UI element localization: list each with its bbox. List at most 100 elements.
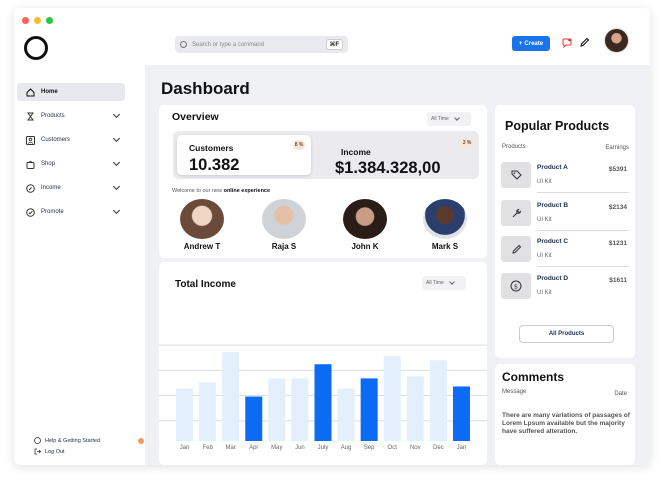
chart-x-tick-label: Apr xyxy=(249,445,258,451)
overview-card: Overview All Time Customers 10.382 8 % I… xyxy=(159,105,487,258)
person-name: Raja S xyxy=(271,242,297,251)
person-card[interactable]: John K xyxy=(335,199,395,251)
search-bar[interactable]: Search or type a command ⌘F xyxy=(175,36,348,53)
person-avatar xyxy=(343,199,387,239)
chart-bar[interactable] xyxy=(199,382,217,441)
row-divider xyxy=(537,192,629,193)
product-row[interactable]: Product A UI Kit $5391 xyxy=(501,162,629,193)
person-card[interactable]: Andrew T xyxy=(172,199,232,251)
person-card[interactable]: Mark S xyxy=(415,199,475,251)
product-name: Product A xyxy=(537,164,568,171)
overview-range-dropdown[interactable]: All Time xyxy=(427,112,471,126)
sidebar-item-label: Customers xyxy=(41,137,71,143)
person-avatar xyxy=(423,199,467,239)
all-products-button[interactable]: All Products xyxy=(519,325,614,343)
chart-bar[interactable] xyxy=(360,378,378,441)
check-circle-icon xyxy=(25,207,35,217)
person-name: John K xyxy=(351,242,379,251)
product-row[interactable]: Product B UI Kit $2134 xyxy=(501,200,629,231)
sidebar-item-promote[interactable]: Promote xyxy=(17,203,125,221)
customers-value: 10.382 xyxy=(189,156,240,174)
row-divider xyxy=(537,230,629,231)
product-kit: UI Kit xyxy=(537,217,552,223)
chart-bar[interactable] xyxy=(452,386,470,441)
sidebar: Home Products Customers Shop Income Prom… xyxy=(14,70,144,465)
chart-bar[interactable] xyxy=(314,364,332,441)
user-icon xyxy=(25,135,35,145)
person-card[interactable]: Raja S xyxy=(254,199,314,251)
help-icon xyxy=(34,437,41,444)
product-name: Product B xyxy=(537,202,569,209)
product-row[interactable]: Product C UI Kit $1231 xyxy=(501,236,629,267)
chart-x-tick-label: May xyxy=(271,445,282,451)
popular-products-card: Popular Products Products Earnings Produ… xyxy=(495,105,635,358)
chevron-down-icon xyxy=(112,158,121,167)
overview-title: Overview xyxy=(172,111,219,123)
sidebar-item-label: Products xyxy=(41,113,65,119)
page-title: Dashboard xyxy=(161,79,250,98)
app-logo[interactable] xyxy=(24,36,48,60)
compass-icon xyxy=(25,183,35,193)
search-icon xyxy=(180,41,187,48)
chart-bar[interactable] xyxy=(245,396,263,441)
chevron-down-icon xyxy=(112,110,121,119)
product-row[interactable]: $ Product D UI Kit $1611 xyxy=(501,273,629,303)
maximize-dot[interactable] xyxy=(46,17,53,24)
sidebar-item-home[interactable]: Home xyxy=(17,83,125,101)
pen-icon[interactable] xyxy=(579,37,590,48)
chart-bar[interactable] xyxy=(406,376,424,441)
sidebar-item-products[interactable]: Products xyxy=(17,107,125,125)
welcome-prefix: Welcome to our new xyxy=(172,188,223,194)
chart-bar[interactable] xyxy=(268,378,286,441)
hourglass-icon xyxy=(25,111,35,121)
chart-x-tick-label: Mar xyxy=(226,445,236,451)
sidebar-item-customers[interactable]: Customers xyxy=(17,131,125,149)
close-dot[interactable] xyxy=(22,17,29,24)
window-controls xyxy=(22,17,53,24)
product-earnings: $5391 xyxy=(608,166,627,173)
col-date: Date xyxy=(614,391,627,397)
person-name: Mark S xyxy=(431,242,459,251)
notification-badge xyxy=(138,437,144,444)
help-label: Help & Getting Started xyxy=(45,437,101,444)
welcome-text: Welcome to our new online experience xyxy=(172,188,270,194)
minimize-dot[interactable] xyxy=(34,17,41,24)
customers-stat[interactable]: Customers 10.382 8 % xyxy=(177,135,311,175)
person-name: Andrew T xyxy=(183,242,221,251)
product-kit: UI Kit xyxy=(537,179,552,185)
comments-title: Comments xyxy=(502,370,565,384)
main-content: Dashboard Overview All Time Customers 10… xyxy=(145,65,650,465)
product-earnings: $1611 xyxy=(609,277,627,284)
col-message: Message xyxy=(502,389,527,395)
col-products: Products xyxy=(502,144,526,150)
income-pct-badge: 3 % xyxy=(461,138,473,148)
chart-x-tick-label: Aug xyxy=(341,445,352,451)
pencil-icon xyxy=(501,236,531,262)
user-avatar[interactable] xyxy=(604,28,629,53)
help-link[interactable]: Help & Getting Started xyxy=(34,437,144,444)
chart-bar[interactable] xyxy=(176,388,194,441)
chart-bar[interactable] xyxy=(222,352,240,441)
comments-card: Comments Message Date There are many var… xyxy=(495,364,635,465)
sidebar-item-label: Income xyxy=(41,185,61,191)
income-value: $1.384.328,00 xyxy=(335,159,441,177)
sidebar-item-income[interactable]: Income xyxy=(17,179,125,197)
chart-x-tick-label: Jun xyxy=(295,445,305,451)
sidebar-item-shop[interactable]: Shop xyxy=(17,155,125,173)
logout-link[interactable]: Log Out xyxy=(34,448,144,455)
income-label: Income xyxy=(341,147,371,157)
chart-x-tick-label: Feb xyxy=(202,445,213,451)
shortcut-badge: ⌘F xyxy=(325,39,343,50)
chart-bar[interactable] xyxy=(291,378,309,441)
svg-text:$: $ xyxy=(514,282,518,290)
stats-strip: Customers 10.382 8 % Income $1.384.328,0… xyxy=(173,131,479,179)
tag-icon xyxy=(501,162,531,188)
chart-bar[interactable] xyxy=(337,388,355,441)
chart-bar[interactable] xyxy=(383,356,401,441)
chart-x-tick-label: Nov xyxy=(410,445,421,451)
customers-label: Customers xyxy=(189,143,234,153)
chart-x-tick-label: July xyxy=(318,445,329,451)
create-button[interactable]: + Create xyxy=(512,36,550,51)
chart-bar[interactable] xyxy=(429,360,447,441)
chat-icon[interactable] xyxy=(562,38,572,48)
